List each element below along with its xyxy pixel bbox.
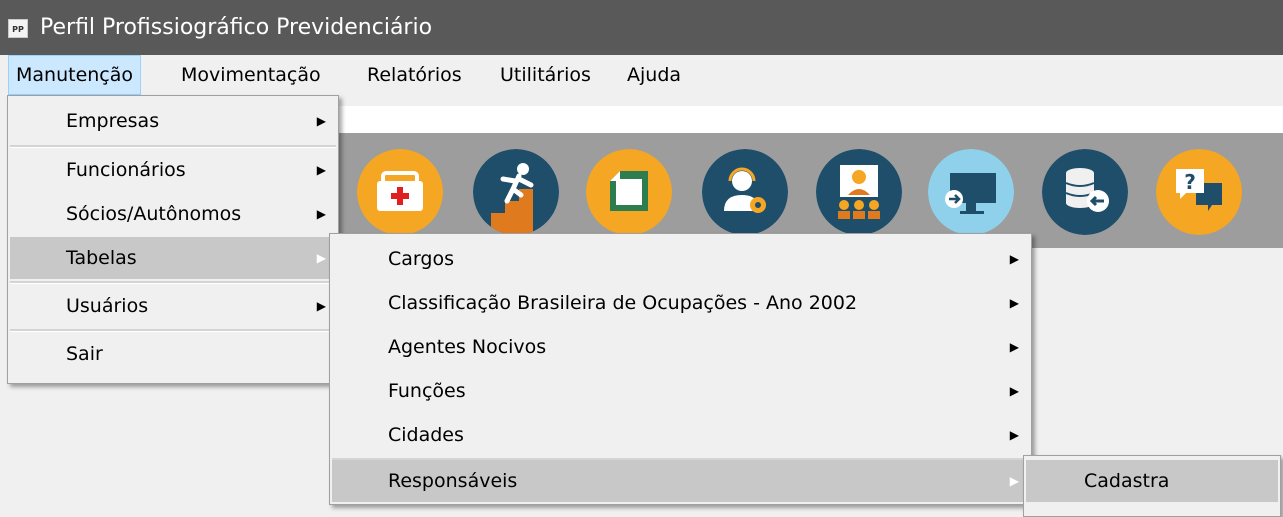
chevron-right-icon: ▶ xyxy=(1009,428,1019,442)
menu-item-sair[interactable]: Sair xyxy=(10,333,336,375)
menu-item-cidades[interactable]: Cidades ▶ xyxy=(332,414,1029,456)
menu-manutencao[interactable]: Manutenção xyxy=(8,55,142,95)
chevron-right-icon: ▶ xyxy=(316,114,326,128)
database-back-icon[interactable] xyxy=(1042,149,1128,235)
tabelas-submenu: Cargos ▶ Classificação Brasileira de Ocu… xyxy=(329,233,1032,505)
menu-item-empresas[interactable]: Empresas ▶ xyxy=(10,100,336,142)
menu-item-responsaveis[interactable]: Responsáveis ▶ xyxy=(332,460,1029,502)
menu-item-cadastra[interactable]: Cadastra xyxy=(1026,460,1278,502)
chevron-right-icon: ▶ xyxy=(316,299,326,313)
chevron-right-icon: ▶ xyxy=(316,207,326,221)
falling-person-stairs-icon[interactable] xyxy=(473,149,559,235)
menu-relatorios[interactable]: Relatórios xyxy=(360,55,469,95)
chevron-right-icon: ▶ xyxy=(1009,340,1019,354)
document-icon[interactable] xyxy=(586,149,672,235)
monitor-exit-icon[interactable] xyxy=(928,149,1014,235)
menu-item-tabelas[interactable]: Tabelas ▶ xyxy=(10,237,336,279)
menu-item-cargos[interactable]: Cargos ▶ xyxy=(332,238,1029,280)
manutencao-dropdown: Empresas ▶ Funcionários ▶ Sócios/Autônom… xyxy=(7,95,339,384)
title-bar: PP Perfil Profissiográfico Previdenciári… xyxy=(0,0,1283,55)
first-aid-kit-icon[interactable] xyxy=(357,149,443,235)
chevron-right-icon: ▶ xyxy=(1009,474,1019,488)
menu-item-funcoes[interactable]: Funções ▶ xyxy=(332,370,1029,412)
support-agent-gear-icon[interactable] xyxy=(702,149,788,235)
menu-item-funcionarios[interactable]: Funcionários ▶ xyxy=(10,149,336,191)
menu-separator xyxy=(10,145,336,148)
menu-item-cbo-2002[interactable]: Classificação Brasileira de Ocupações - … xyxy=(332,282,1029,324)
svg-text:?: ? xyxy=(1184,170,1196,194)
chevron-right-icon: ▶ xyxy=(1009,384,1019,398)
menu-separator xyxy=(10,329,336,332)
menu-movimentacao[interactable]: Movimentação xyxy=(174,55,328,95)
menu-bar: Manutenção Movimentação Relatórios Utili… xyxy=(0,55,1283,95)
menu-item-agentes-nocivos[interactable]: Agentes Nocivos ▶ xyxy=(332,326,1029,368)
menu-ajuda[interactable]: Ajuda xyxy=(620,55,688,95)
address-strip xyxy=(330,106,1283,133)
help-chat-icon[interactable]: ? xyxy=(1156,149,1242,235)
menu-item-socios-autonomos[interactable]: Sócios/Autônomos ▶ xyxy=(10,193,336,235)
toolbar: ? xyxy=(330,133,1283,248)
meeting-presentation-icon[interactable] xyxy=(816,149,902,235)
responsaveis-submenu: Cadastra xyxy=(1023,455,1281,517)
menu-item-usuarios[interactable]: Usuários ▶ xyxy=(10,285,336,327)
app-icon: PP xyxy=(8,19,28,38)
menu-utilitarios[interactable]: Utilitários xyxy=(493,55,598,95)
menu-separator xyxy=(10,281,336,284)
window-title: Perfil Profissiográfico Previdenciário xyxy=(40,15,433,40)
chevron-right-icon: ▶ xyxy=(316,251,326,265)
chevron-right-icon: ▶ xyxy=(316,163,326,177)
chevron-right-icon: ▶ xyxy=(1009,296,1019,310)
chevron-right-icon: ▶ xyxy=(1009,252,1019,266)
